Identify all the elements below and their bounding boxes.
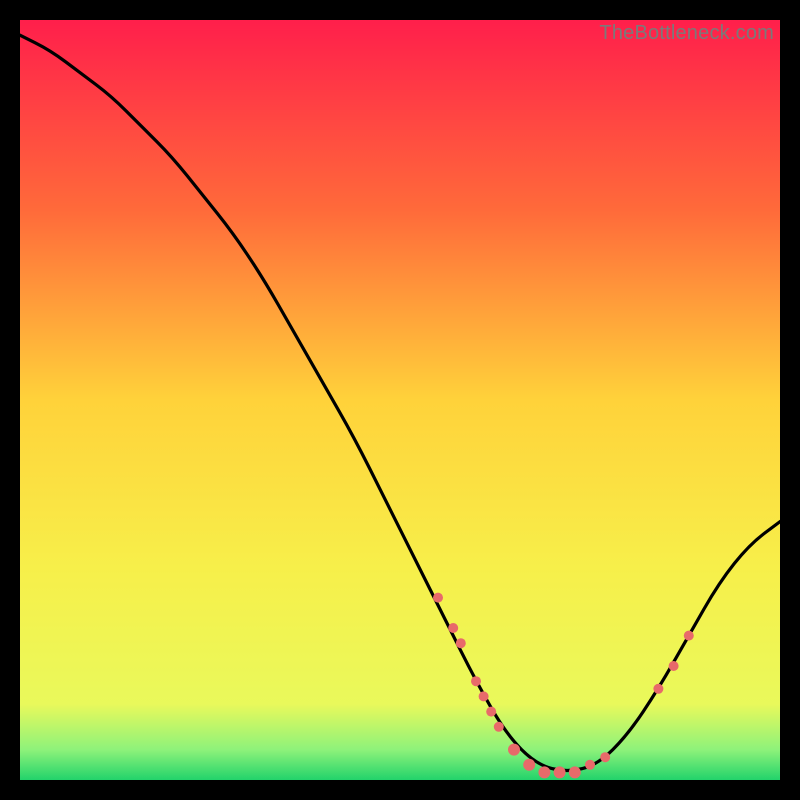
data-marker xyxy=(669,661,679,671)
data-marker xyxy=(479,691,489,701)
data-marker xyxy=(538,766,550,778)
chart-frame: TheBottleneck.com xyxy=(20,20,780,780)
data-marker xyxy=(448,623,458,633)
gradient-background xyxy=(20,20,780,780)
watermark-text: TheBottleneck.com xyxy=(599,22,774,45)
data-marker xyxy=(569,766,581,778)
data-marker xyxy=(486,707,496,717)
data-marker xyxy=(508,744,520,756)
data-marker xyxy=(684,631,694,641)
data-marker xyxy=(456,638,466,648)
data-marker xyxy=(554,766,566,778)
data-marker xyxy=(585,760,595,770)
data-marker xyxy=(494,722,504,732)
data-marker xyxy=(600,752,610,762)
data-marker xyxy=(471,676,481,686)
data-marker xyxy=(653,684,663,694)
data-marker xyxy=(523,759,535,771)
bottleneck-chart xyxy=(20,20,780,780)
data-marker xyxy=(433,593,443,603)
